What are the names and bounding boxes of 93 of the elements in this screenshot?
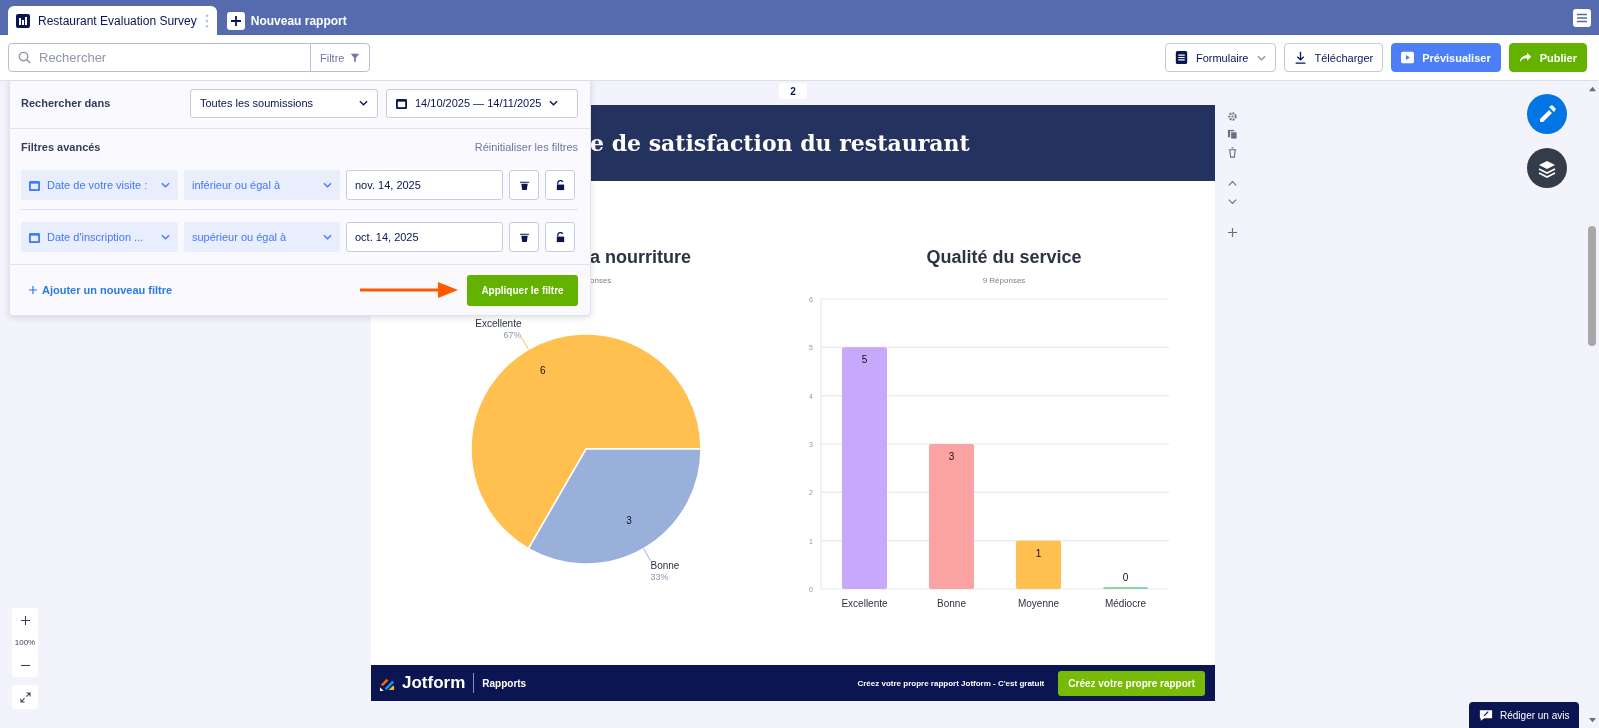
percent-label: 33% (650, 571, 669, 582)
category-label: Médiocre (1104, 598, 1147, 609)
caret-icon (323, 234, 332, 240)
date-input[interactable]: nov. 14, 2025 (346, 170, 503, 200)
leader-line (521, 336, 529, 350)
apply-filter-button[interactable]: Appliquer le filtre (467, 274, 578, 306)
date-input[interactable]: oct. 14, 2025 (346, 222, 503, 252)
reset-filters-link[interactable]: Réinitialiser les filtres (474, 141, 578, 153)
promo-text: Créez votre propre rapport Jotform - C'est gratuit (857, 678, 1045, 688)
caret-icon (161, 182, 170, 188)
comment-icon (1479, 708, 1493, 722)
settings-icon[interactable] (1226, 111, 1238, 122)
field-dropdown[interactable]: Date d'inscription ... (21, 222, 178, 252)
scroll-up-icon[interactable] (1587, 85, 1597, 92)
plus-icon (226, 11, 245, 30)
calendar-icon (396, 97, 407, 109)
expand-icon (19, 691, 31, 703)
field-dropdown[interactable]: Date de votre visite : (21, 170, 178, 200)
chart-title: Qualité du service (926, 247, 1082, 268)
footer-section: Rapports (482, 677, 527, 689)
up-icon[interactable] (1226, 178, 1238, 189)
percent-label: 67% (503, 330, 522, 341)
data-label: 3 (626, 514, 632, 526)
unlock-icon (554, 231, 566, 243)
data-label: 5 (861, 354, 868, 366)
plus-icon (29, 286, 37, 294)
search-in-label: Rechercher dans (21, 97, 111, 109)
review-button[interactable]: Rédiger un avis (1469, 702, 1580, 728)
leader-line (643, 548, 651, 562)
down-icon[interactable] (1226, 196, 1238, 207)
search-field[interactable]: Rechercher (8, 43, 311, 72)
unlock-icon (554, 179, 566, 191)
caret-icon (359, 100, 368, 106)
publish-button[interactable]: Publier (1508, 43, 1587, 72)
add-filter-link[interactable]: Ajouter un nouveau filtre (29, 284, 173, 296)
lock-button[interactable] (545, 170, 575, 200)
report-title: e de satisfaction du restaurant (590, 130, 970, 156)
filter-button[interactable]: Filtre (310, 43, 371, 72)
share-arrow-icon (1518, 51, 1532, 64)
advanced-filters-label: Filtres avancés (21, 141, 101, 153)
category-label: Bonne (937, 598, 966, 609)
slice-label: Bonne (650, 559, 680, 571)
page-number: 2 (779, 83, 807, 99)
delete-button[interactable] (509, 222, 539, 252)
document-icon (1174, 51, 1188, 64)
trash-icon (518, 231, 530, 243)
zoom-in-button[interactable] (12, 608, 38, 632)
data-label: 3 (948, 451, 955, 462)
form-dropdown[interactable]: Formulaire (1164, 43, 1276, 72)
slice-label: Excellente (475, 318, 522, 330)
lock-button[interactable] (545, 222, 575, 252)
menu-icon[interactable] (1573, 8, 1591, 27)
zoom-level: 100% (12, 632, 38, 653)
report-tab[interactable]: Restaurant Evaluation Survey (8, 6, 217, 35)
caret-icon (161, 234, 170, 240)
trash-icon[interactable] (1226, 147, 1238, 158)
copy-icon[interactable] (1226, 129, 1238, 140)
caret-icon (549, 100, 559, 106)
category-label: Moyenne (1017, 598, 1060, 609)
download-button[interactable]: Télécharger (1283, 43, 1384, 72)
data-label: 0 (1122, 572, 1129, 583)
date-range-dropdown[interactable]: 14/10/2025 — 14/11/2025 (386, 88, 578, 118)
scroll-down-icon[interactable] (1587, 717, 1597, 724)
preview-button[interactable]: Prévisualiser (1391, 43, 1501, 72)
chart-icon (16, 13, 30, 28)
delete-button[interactable] (509, 170, 539, 200)
new-report-button[interactable]: Nouveau rapport (220, 6, 353, 35)
data-label: 6 (540, 365, 546, 377)
funnel-icon (350, 52, 361, 63)
download-icon (1293, 51, 1307, 64)
operator-dropdown[interactable]: supérieur ou égal à (184, 222, 340, 252)
chart-subtitle: 9 Réponses (982, 276, 1026, 285)
search-icon (18, 51, 31, 64)
operator-dropdown[interactable]: inférieur ou égal à (184, 170, 340, 200)
caret-icon (1256, 54, 1266, 61)
pencil-icon[interactable] (1527, 94, 1567, 134)
arrow-icon (360, 280, 460, 300)
layers-icon[interactable] (1527, 148, 1567, 188)
category-label: Excellente (841, 598, 888, 609)
plus-icon (19, 614, 31, 626)
calendar-icon (29, 231, 40, 243)
scope-dropdown[interactable]: Toutes les soumissions (190, 88, 378, 118)
scrollbar-thumb[interactable] (1588, 226, 1596, 346)
data-label: 1 (1035, 547, 1042, 559)
chart-title: a nourriture (590, 247, 691, 268)
play-icon (1401, 51, 1415, 64)
create-report-button[interactable]: Créez votre propre rapport (1058, 670, 1205, 696)
caret-icon (323, 182, 332, 188)
fullscreen-button[interactable] (12, 685, 38, 709)
add-icon[interactable] (1226, 227, 1238, 238)
trash-icon (518, 179, 530, 191)
brand-name: Jotform (402, 673, 475, 693)
calendar-icon (29, 179, 40, 191)
